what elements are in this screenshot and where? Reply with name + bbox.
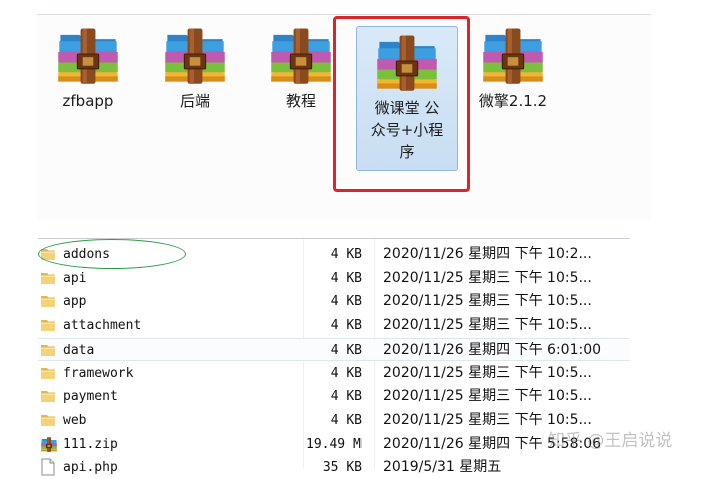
file-date: 2020/11/25 星期三 下午 10:5...: [383, 388, 592, 405]
archive-item-0[interactable]: zfbapp: [38, 22, 138, 112]
red-highlight-box: [333, 16, 470, 192]
table-row[interactable]: api 4 KB 2020/11/25 星期三 下午 10:5...: [38, 267, 630, 290]
table-row[interactable]: data 4 KB 2020/11/26 星期四 下午 6:01:00: [38, 337, 630, 362]
file-name: api: [63, 270, 87, 286]
file-size: 4 KB: [330, 389, 362, 405]
file-size: 19.49 MB: [306, 436, 362, 452]
file-name: app: [63, 294, 87, 310]
file-date: 2019/5/31 星期五: [383, 459, 502, 476]
file-size: 35 KB: [322, 460, 362, 476]
file-date: 2020/11/25 星期三 下午 10:5...: [383, 269, 592, 286]
file-name: web: [63, 412, 87, 428]
table-row[interactable]: attachment 4 KB 2020/11/25 星期三 下午 10:5...: [38, 314, 630, 337]
file-name: payment: [63, 389, 118, 405]
winrar-archive-icon: [39, 433, 59, 456]
archive-item-label: zfbapp: [62, 92, 114, 110]
file-name: data: [63, 342, 95, 358]
table-row[interactable]: api.php 35 KB 2019/5/31 星期五: [38, 456, 630, 479]
file-date: 2020/11/26 星期四 下午 6:01:00: [383, 341, 602, 358]
table-row[interactable]: web 4 KB 2020/11/25 星期三 下午 10:5...: [38, 409, 630, 432]
watermark: 知乎 @王启说说: [548, 431, 673, 451]
php-file-icon: [39, 456, 59, 479]
file-name: framework: [63, 365, 134, 381]
folder-icon: [39, 385, 59, 408]
file-name: api.php: [63, 460, 118, 476]
file-name: 111.zip: [63, 436, 118, 452]
file-size: 4 KB: [330, 342, 362, 358]
file-date: 2020/11/25 星期三 下午 10:5...: [383, 317, 592, 334]
folder-icon: [39, 362, 59, 385]
details-file-list: addons 4 KB 2020/11/26 星期四 下午 10:2... api 4…: [38, 238, 630, 476]
file-date: 2020/11/25 星期三 下午 10:5...: [383, 364, 592, 381]
folder-icon: [39, 290, 59, 313]
file-date: 2020/11/25 星期三 下午 10:5...: [383, 293, 592, 310]
file-name: attachment: [63, 318, 142, 334]
archive-item-1[interactable]: 后端: [145, 22, 245, 112]
winrar-archive-icon: [463, 22, 563, 86]
archive-item-label: 微擎2.1.2: [478, 92, 548, 110]
table-row[interactable]: 111.zip19.49 MB2020/11/26 星期四 下午 5:58:06: [38, 433, 630, 456]
archive-item-4[interactable]: 微擎2.1.2: [463, 22, 563, 112]
green-circle-annotation: [38, 239, 186, 269]
winrar-archive-icon: [145, 22, 245, 86]
folder-icon: [39, 314, 59, 337]
folder-icon: [39, 339, 59, 362]
file-size: 4 KB: [330, 318, 362, 334]
file-size: 4 KB: [330, 270, 362, 286]
table-row[interactable]: payment 4 KB 2020/11/25 星期三 下午 10:5...: [38, 385, 630, 408]
file-date: 2020/11/26 星期四 下午 10:2...: [383, 246, 592, 262]
archive-item-label: 后端: [179, 92, 210, 110]
file-size: 4 KB: [330, 247, 362, 262]
table-row[interactable]: framework 4 KB 2020/11/25 星期三 下午 10:5...: [38, 362, 630, 385]
table-row[interactable]: app 4 KB 2020/11/25 星期三 下午 10:5...: [38, 290, 630, 313]
folder-icon: [39, 267, 59, 290]
winrar-archive-icon: [38, 22, 138, 86]
folder-icon: [39, 409, 59, 432]
file-size: 4 KB: [330, 365, 362, 381]
file-size: 4 KB: [330, 412, 362, 428]
file-size: 4 KB: [330, 294, 362, 310]
